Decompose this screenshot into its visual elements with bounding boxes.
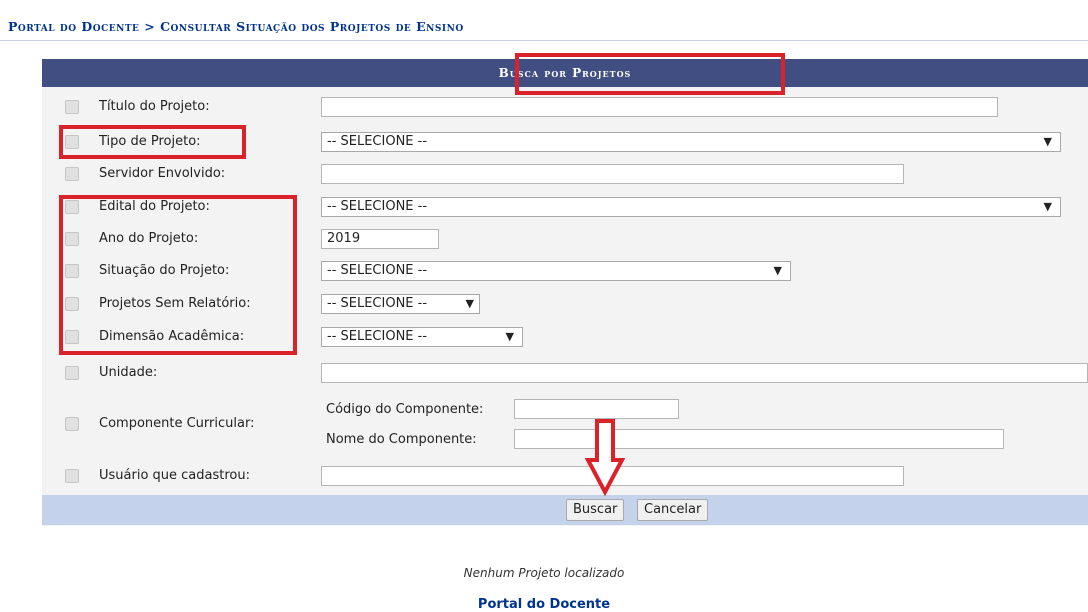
cancelar-button[interactable]: Cancelar (637, 499, 709, 521)
tipo-select-value: -- SELECIONE -- (327, 134, 428, 149)
dimensao-select-value: -- SELECIONE -- (327, 329, 428, 344)
breadcrumb-divider (0, 40, 1088, 41)
label-unidade: Unidade: (99, 365, 158, 380)
chevron-down-icon: ▼ (773, 264, 782, 277)
ano-input[interactable]: 2019 (321, 229, 439, 249)
row-usuario: Usuário que cadastrou: (42, 461, 1088, 491)
servidor-input[interactable] (321, 164, 904, 184)
annotation-box-tipo (59, 125, 246, 159)
edital-select-value: -- SELECIONE -- (327, 199, 428, 214)
label-componente: Componente Curricular: (99, 416, 255, 431)
row-servidor: Servidor Envolvido: (42, 159, 1088, 189)
form-footer (42, 495, 1088, 525)
checkbox-componente[interactable] (65, 417, 79, 431)
label-codigo-componente: Código do Componente: (326, 402, 484, 417)
unidade-input[interactable] (321, 363, 1088, 383)
chevron-down-icon: ▼ (505, 330, 514, 343)
chevron-down-icon: ▼ (465, 297, 474, 310)
result-message: Nenhum Projeto localizado (463, 566, 625, 580)
annotation-box-title (515, 53, 785, 95)
row-titulo: Título do Projeto: (42, 92, 1088, 122)
row-unidade: Unidade: (42, 358, 1088, 388)
dimensao-select[interactable]: -- SELECIONE -- ▼ (321, 327, 523, 347)
label-usuario: Usuário que cadastrou: (99, 468, 250, 483)
portal-docente-link[interactable]: Portal do Docente (0, 597, 1088, 612)
label-servidor: Servidor Envolvido: (99, 166, 226, 181)
titulo-input[interactable] (321, 97, 998, 117)
breadcrumb: Portal do Docente > Consultar Situação d… (8, 19, 464, 34)
situacao-select[interactable]: -- SELECIONE -- ▼ (321, 261, 791, 281)
sem-relatorio-select-value: -- SELECIONE -- (327, 296, 428, 311)
annotation-box-group (59, 195, 297, 355)
situacao-select-value: -- SELECIONE -- (327, 263, 428, 278)
checkbox-unidade[interactable] (65, 366, 79, 380)
checkbox-servidor[interactable] (65, 167, 79, 181)
edital-select[interactable]: -- SELECIONE -- ▼ (321, 197, 1061, 217)
checkbox-usuario[interactable] (65, 469, 79, 483)
label-nome-componente: Nome do Componente: (326, 432, 477, 447)
buscar-button[interactable]: Buscar (566, 499, 625, 521)
label-titulo: Título do Projeto: (99, 99, 210, 114)
down-arrow-icon (585, 419, 625, 496)
checkbox-titulo[interactable] (65, 100, 79, 114)
tipo-select[interactable]: -- SELECIONE -- ▼ (321, 132, 1061, 152)
row-componente: Componente Curricular: Código do Compone… (42, 393, 1088, 457)
codigo-componente-input[interactable] (514, 399, 679, 419)
sem-relatorio-select[interactable]: -- SELECIONE -- ▼ (321, 294, 480, 314)
chevron-down-icon: ▼ (1043, 135, 1052, 148)
chevron-down-icon: ▼ (1043, 200, 1052, 213)
